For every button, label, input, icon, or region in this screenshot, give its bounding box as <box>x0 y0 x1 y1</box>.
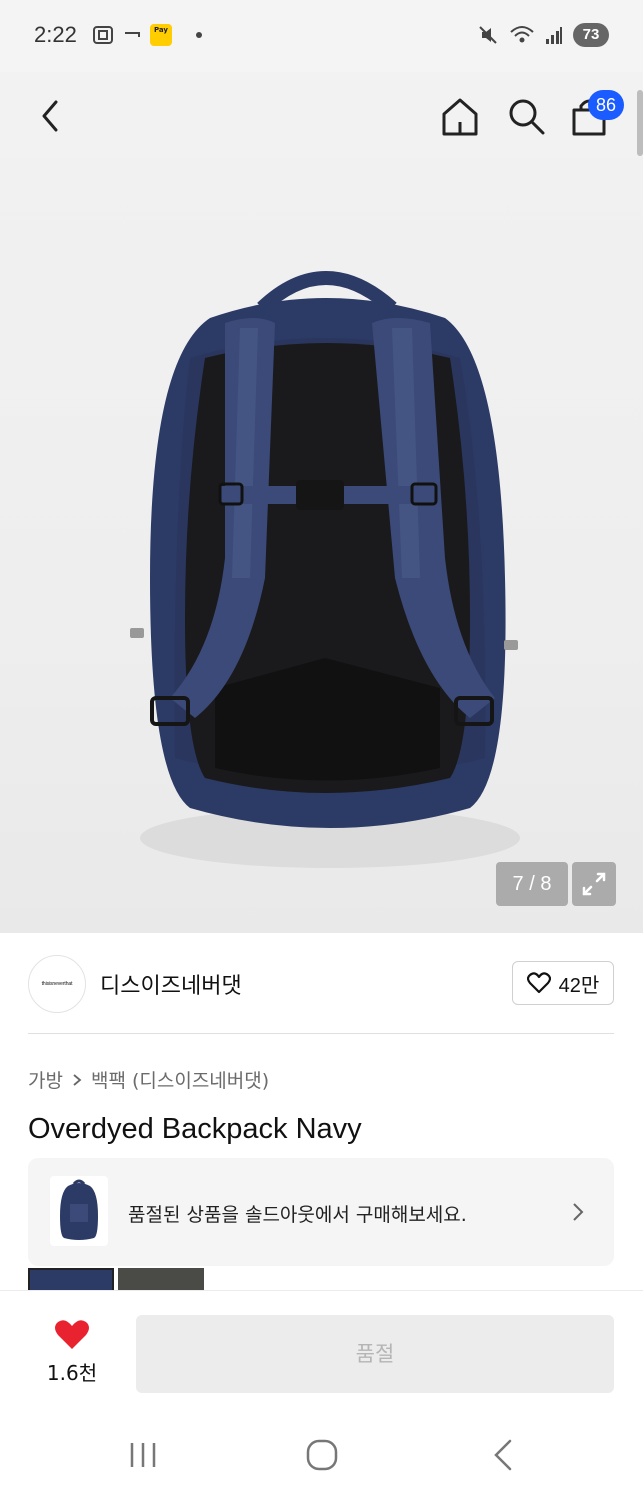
breadcrumb: 가방 백팩 (디스이즈네버댓) <box>28 1066 269 1093</box>
breadcrumb-category[interactable]: 가방 <box>28 1066 63 1093</box>
heart-outline-icon <box>526 972 551 994</box>
expand-icon[interactable] <box>572 862 616 906</box>
wishlist-count: 1.6천 <box>46 1361 98 1385</box>
divider <box>28 1033 614 1034</box>
soldout-purchase-button[interactable]: 품절 <box>136 1315 614 1393</box>
chevron-right-icon <box>573 1203 584 1221</box>
wishlist-button[interactable]: 1.6천 <box>28 1315 116 1385</box>
battery-indicator: 73 <box>573 23 609 47</box>
soldout-banner[interactable]: 품절된 상품을 솔드아웃에서 구매해보세요. <box>28 1158 614 1266</box>
screenshot-icon <box>93 26 113 44</box>
chevron-right-icon <box>73 1073 82 1086</box>
status-right-icons: 73 <box>477 23 609 47</box>
notification-dot-icon <box>196 32 202 38</box>
pay-app-icon: Pay <box>150 24 172 46</box>
wifi-icon <box>510 26 534 43</box>
scrollbar-thumb[interactable] <box>637 90 643 156</box>
brand-like-count: 42만 <box>558 974 600 997</box>
backpack-thumbnail-image <box>60 1179 98 1240</box>
image-counter: 7 / 8 <box>496 862 568 906</box>
mute-icon <box>479 26 497 44</box>
search-icon[interactable] <box>504 94 548 138</box>
system-back-icon[interactable] <box>488 1438 518 1472</box>
color-thumbnail-navy[interactable] <box>28 1268 114 1290</box>
brand-logo[interactable]: thisisneverthat <box>28 955 86 1013</box>
back-arrow-icon[interactable] <box>32 96 68 136</box>
signal-icon <box>546 27 562 44</box>
status-left-icons: Pay <box>92 24 202 46</box>
color-thumbnail-olive[interactable] <box>118 1268 204 1290</box>
status-bar: 2:22 Pay 73 <box>0 0 643 72</box>
brand-row[interactable]: thisisneverthat 디스이즈네버댓 42만 <box>0 933 643 1033</box>
top-nav <box>0 72 643 158</box>
heart-filled-icon <box>55 1320 89 1349</box>
recent-apps-icon[interactable] <box>126 1440 160 1470</box>
soldout-thumbnail <box>50 1176 108 1246</box>
status-time: 2:22 <box>34 22 77 47</box>
bottom-action-bar: 1.6천 품절 <box>0 1290 643 1410</box>
minus-icon <box>125 32 140 37</box>
cart-count-badge: 86 <box>588 90 624 120</box>
system-navigation-bar <box>0 1410 643 1500</box>
backpack-image <box>130 271 520 868</box>
breadcrumb-subcategory[interactable]: 백팩 (디스이즈네버댓) <box>91 1066 269 1093</box>
brand-name[interactable]: 디스이즈네버댓 <box>100 968 242 1000</box>
home-icon[interactable] <box>438 94 482 138</box>
product-title: Overdyed Backpack Navy <box>28 1113 362 1145</box>
system-home-icon[interactable] <box>305 1438 339 1472</box>
brand-like-button[interactable]: 42만 <box>512 961 614 1005</box>
soldout-banner-text: 품절된 상품을 솔드아웃에서 구매해보세요. <box>128 1204 467 1226</box>
product-image[interactable] <box>0 158 643 933</box>
thumbnail-strip <box>28 1268 204 1290</box>
